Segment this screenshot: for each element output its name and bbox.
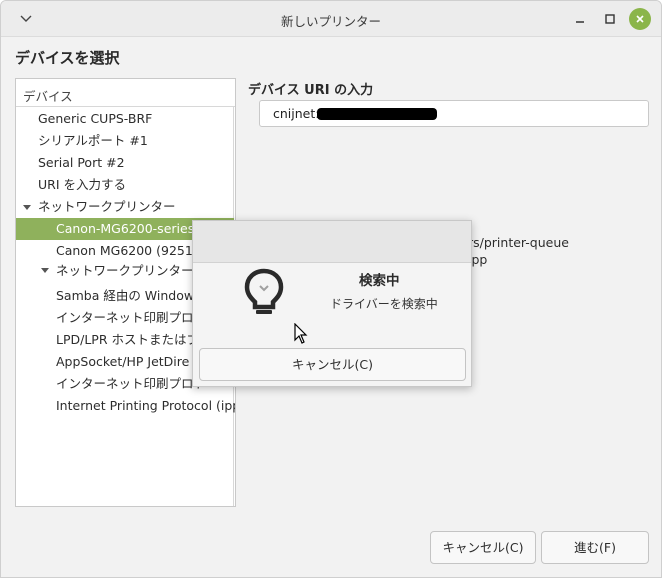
device-group-find-network[interactable]: ネットワークプリンターを [56, 260, 206, 282]
device-item[interactable]: インターネット印刷プロト [56, 373, 206, 395]
device-item[interactable]: LPD/LPR ホストまたはプ [56, 329, 199, 351]
close-icon [636, 15, 644, 23]
minimize-icon [576, 21, 584, 23]
maximize-icon [605, 14, 615, 24]
device-item[interactable]: Canon MG6200 (9251 [56, 240, 193, 262]
device-item[interactable]: Serial Port #2 [38, 152, 125, 174]
dialog-cancel-button[interactable]: キャンセル(C) [199, 348, 466, 381]
maximize-button[interactable] [600, 9, 620, 29]
next-button[interactable]: 進む(F) [541, 531, 649, 564]
minimize-button[interactable] [570, 9, 590, 29]
new-printer-window: 新しいプリンター デバイスを選択 デバイス Generic CUPS-BRF シ… [0, 0, 662, 578]
device-item[interactable]: URI を入力する [38, 174, 126, 196]
uri-input[interactable]: cnijnet:/ [259, 100, 649, 127]
expander-arrow-icon[interactable] [23, 205, 31, 210]
device-list-header[interactable]: デバイス [16, 79, 235, 107]
device-item[interactable]: シリアルポート #1 [38, 130, 148, 152]
expander-arrow-icon[interactable] [41, 268, 49, 273]
background-text: rs/printer-queue [468, 235, 569, 250]
dialog-title: 検索中 [359, 273, 400, 289]
dialog-message: ドライバーを検索中 [330, 297, 438, 311]
searching-dialog: 検索中 ドライバーを検索中 キャンセル(C) [192, 220, 472, 387]
close-button[interactable] [629, 8, 651, 30]
window-title: 新しいプリンター [280, 14, 381, 29]
device-item[interactable]: AppSocket/HP JetDire [56, 351, 189, 373]
mouse-cursor-icon [294, 322, 308, 348]
lightbulb-icon [243, 267, 285, 322]
redaction-bar [317, 108, 437, 120]
device-group-network[interactable]: ネットワークプリンター [38, 196, 176, 218]
page-heading: デバイスを選択 [15, 49, 120, 67]
device-item[interactable]: Samba 経由の Window [56, 285, 194, 307]
uri-label: デバイス URI の入力 [248, 83, 374, 98]
device-item[interactable]: Internet Printing Protocol (ipp [56, 395, 235, 417]
dialog-header [193, 221, 471, 263]
title-bar: 新しいプリンター [1, 1, 661, 37]
device-item[interactable]: インターネット印刷プロト [56, 307, 206, 329]
cancel-button[interactable]: キャンセル(C) [430, 531, 536, 564]
device-item[interactable]: Generic CUPS-BRF [38, 108, 152, 130]
